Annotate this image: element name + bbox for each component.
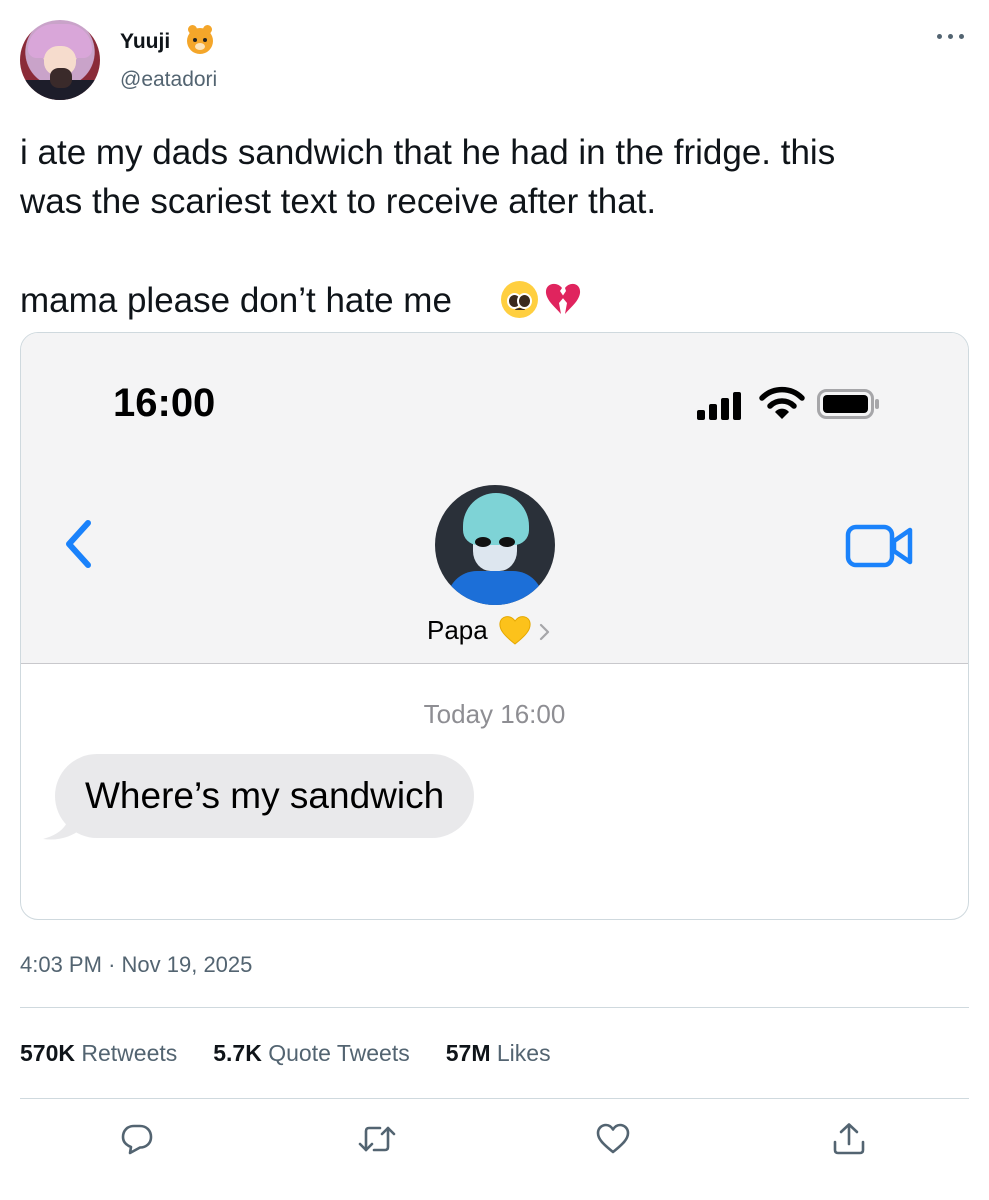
back-chevron-icon[interactable] (61, 518, 97, 570)
author-handle[interactable]: @eatadori (120, 68, 217, 92)
wifi-icon (759, 386, 805, 419)
messages-header: 16:00 Papa (21, 333, 968, 664)
chevron-right-icon[interactable] (539, 623, 551, 641)
embedded-image[interactable]: 16:00 Papa Today 16:00 Where’s my sandwi… (20, 332, 969, 920)
retweets-stat[interactable]: 570K Retweets (20, 1040, 177, 1067)
yellow-heart-icon (499, 616, 531, 645)
broken-heart-icon (545, 283, 581, 314)
contact-avatar[interactable] (435, 485, 555, 605)
tiger-face-icon (187, 25, 213, 54)
incoming-message-bubble: Where’s my sandwich (55, 754, 475, 838)
contact-avatar-shirt (447, 571, 543, 605)
tweet-text-line: mama please don’t hate me (20, 281, 452, 320)
battery-icon (817, 389, 879, 419)
tweet-timestamp[interactable]: 4:03 PM · Nov 19, 2025 (20, 952, 252, 978)
retweets-count: 570K (20, 1040, 75, 1066)
reply-icon[interactable] (120, 1122, 154, 1156)
quote-tweets-count: 5.7K (213, 1040, 262, 1066)
meta-separator: · (108, 952, 116, 977)
tweet-text-line: i ate my dads sandwich that he had in th… (20, 133, 836, 172)
pleading-face-icon (501, 281, 538, 318)
likes-label: Likes (496, 1040, 551, 1066)
retweet-icon[interactable] (358, 1122, 396, 1156)
tweet-date: Nov 19, 2025 (121, 952, 253, 977)
status-bar-time: 16:00 (113, 381, 216, 425)
quote-tweets-stat[interactable]: 5.7K Quote Tweets (213, 1040, 409, 1067)
tweet-text-line: was the scariest text to receive after t… (20, 182, 657, 221)
tweet-time: 4:03 PM (20, 952, 102, 977)
retweets-label: Retweets (81, 1040, 178, 1066)
author-avatar[interactable] (20, 20, 100, 100)
divider (20, 1098, 969, 1099)
tweet-text: i ate my dads sandwich that he had in th… (20, 128, 960, 226)
engagement-stats: 570K Retweets 5.7K Quote Tweets 57M Likes (20, 1040, 587, 1067)
contact-name[interactable]: Papa (427, 615, 488, 646)
avatar-hand (50, 68, 72, 88)
author-name[interactable]: Yuuji (120, 30, 170, 54)
likes-stat[interactable]: 57M Likes (446, 1040, 551, 1067)
share-icon[interactable] (832, 1122, 866, 1156)
cellular-signal-icon (697, 392, 741, 420)
like-icon[interactable] (596, 1122, 630, 1156)
contact-avatar-glasses (475, 537, 515, 547)
quote-tweets-label: Quote Tweets (268, 1040, 410, 1066)
more-options-icon[interactable] (935, 34, 967, 42)
message-timestamp: Today 16:00 (423, 699, 566, 729)
divider (20, 1007, 969, 1008)
likes-count: 57M (445, 1040, 491, 1066)
video-call-icon[interactable] (845, 524, 915, 568)
